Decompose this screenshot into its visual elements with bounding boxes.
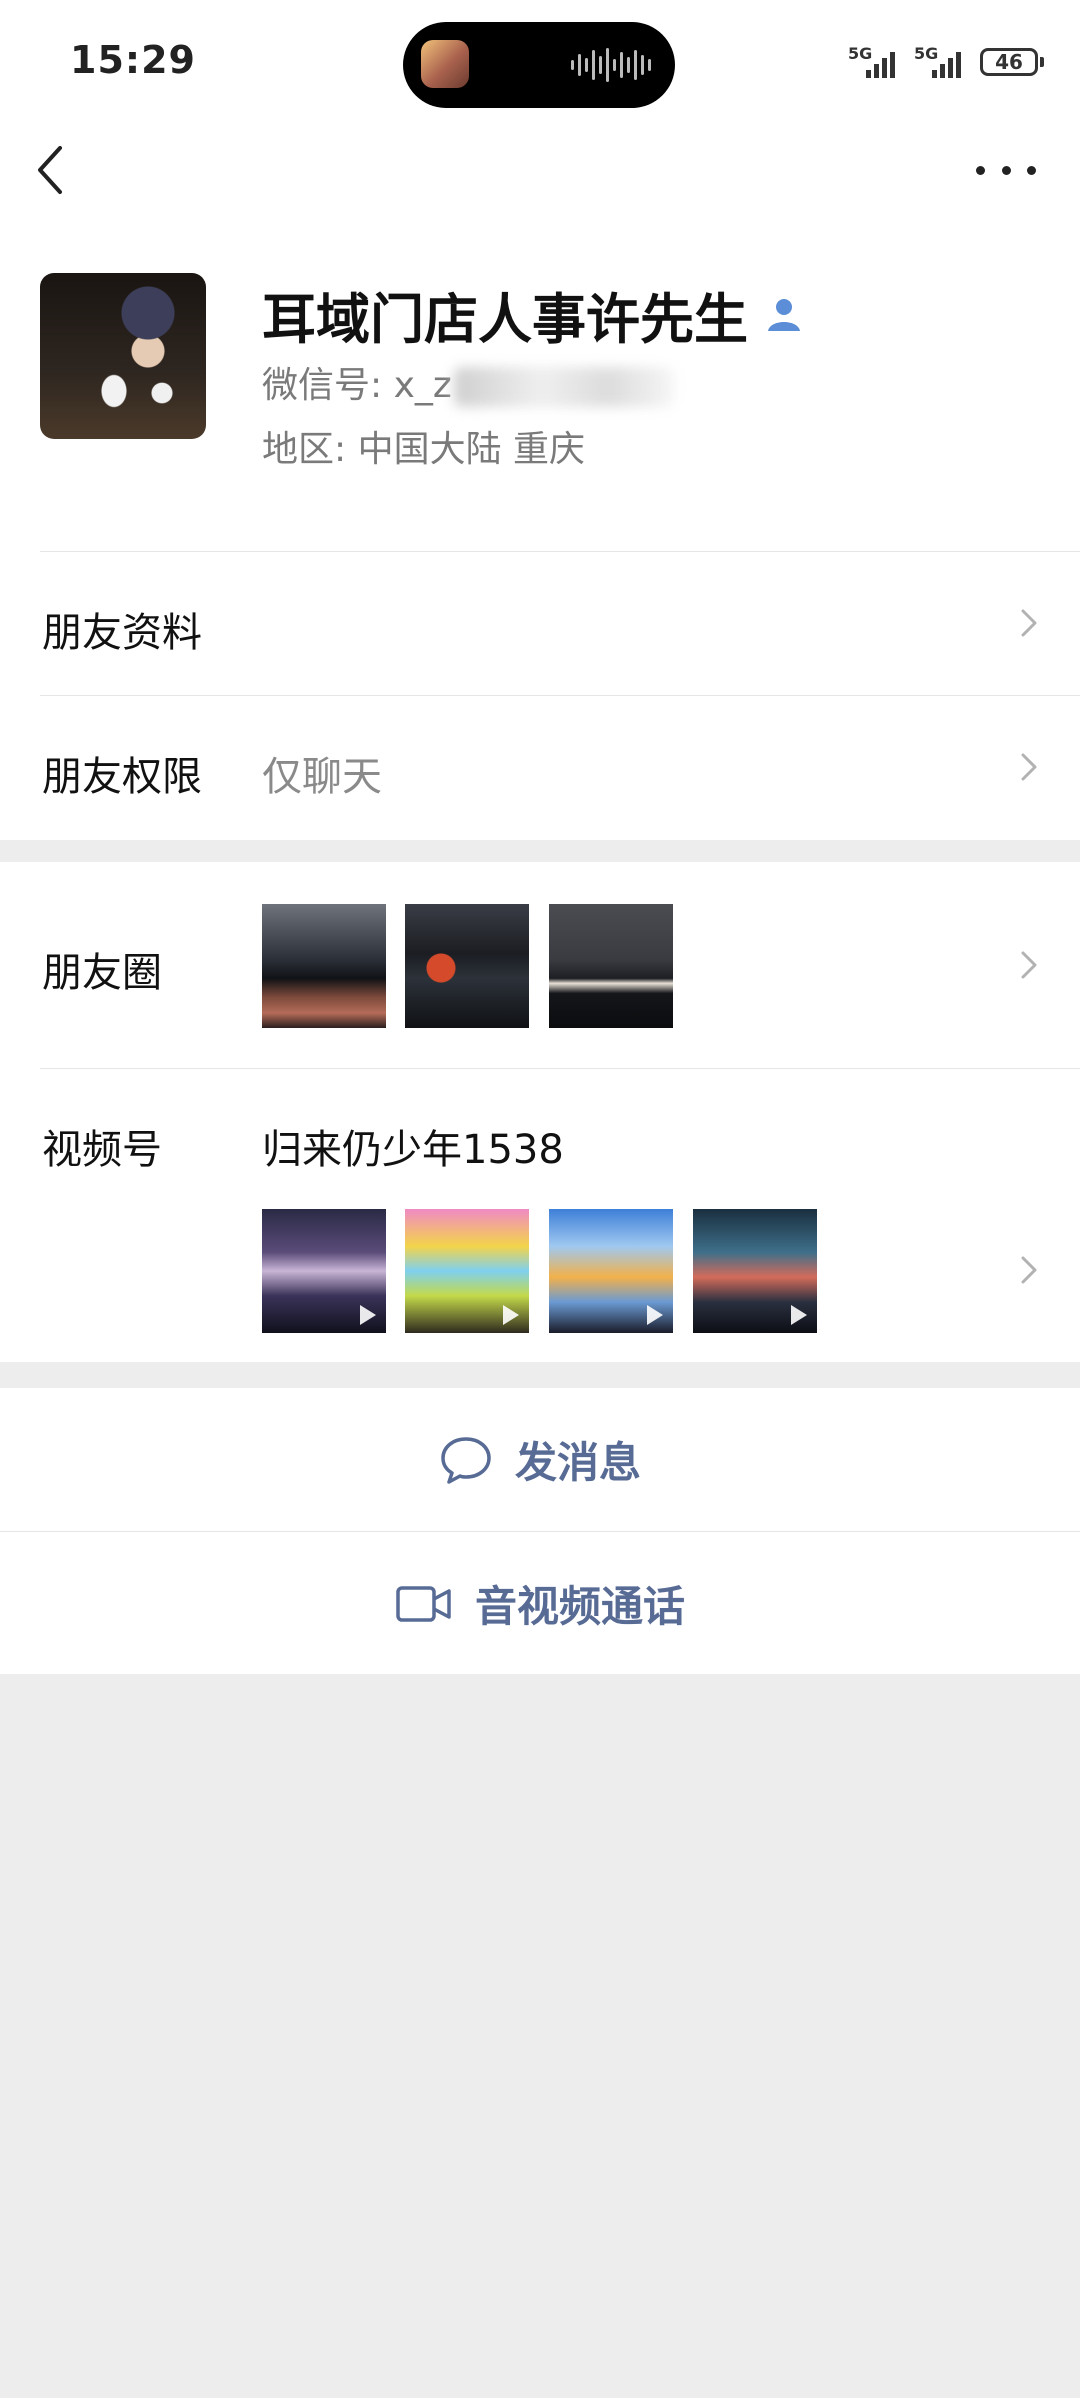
play-icon xyxy=(360,1305,376,1325)
friend-permission-row[interactable]: 朋友权限 仅聊天 xyxy=(0,696,1080,840)
status-bar: 15:29 5G 5G 46 xyxy=(0,0,1080,130)
channel-video-thumb[interactable] xyxy=(405,1209,529,1333)
status-time: 15:29 xyxy=(70,38,196,82)
chat-bubble-icon xyxy=(441,1436,491,1484)
chevron-right-icon xyxy=(1021,951,1037,979)
channel-video-thumb[interactable] xyxy=(549,1209,673,1333)
channels-row[interactable]: 视频号 归来仍少年1538 xyxy=(0,1069,1080,1361)
chevron-right-icon xyxy=(1021,1256,1037,1284)
back-icon[interactable] xyxy=(30,140,70,200)
channels-label: 视频号 xyxy=(42,1127,162,1173)
av-call-label: 音视频通话 xyxy=(474,1582,685,1631)
moments-row[interactable]: 朋友圈 xyxy=(0,862,1080,1068)
signal-1-icon: 5G xyxy=(848,44,904,80)
moments-photo[interactable] xyxy=(262,904,386,1028)
channel-video-thumb[interactable] xyxy=(262,1209,386,1333)
more-icon[interactable] xyxy=(976,150,1036,190)
region-value: 中国大陆 重庆 xyxy=(357,429,586,470)
dynamic-island[interactable] xyxy=(403,22,675,108)
channel-video-thumb[interactable] xyxy=(693,1209,817,1333)
moments-photo[interactable] xyxy=(549,904,673,1028)
signal-2-icon: 5G xyxy=(914,44,970,80)
chevron-right-icon xyxy=(1021,753,1037,781)
friend-permission-label: 朋友权限 xyxy=(42,754,202,800)
friend-info-label: 朋友资料 xyxy=(42,610,202,656)
send-message-label: 发消息 xyxy=(514,1438,641,1487)
send-message-button[interactable]: 发消息 xyxy=(0,1388,1080,1531)
moments-label: 朋友圈 xyxy=(42,950,162,996)
now-playing-app-icon xyxy=(421,40,469,88)
wechat-id-blur xyxy=(453,367,674,407)
friend-info-row[interactable]: 朋友资料 xyxy=(0,552,1080,696)
video-camera-icon xyxy=(396,1585,451,1622)
play-icon xyxy=(791,1305,807,1325)
battery-icon: 46 xyxy=(980,48,1044,76)
moments-channels-section: 朋友圈 视频号 归来仍少年1538 xyxy=(0,862,1080,1362)
channels-name: 归来仍少年1538 xyxy=(262,1127,564,1173)
av-call-button[interactable]: 音视频通话 xyxy=(0,1532,1080,1675)
wechat-id-row: 微信号: x_z xyxy=(262,356,674,408)
audio-wave-icon xyxy=(571,46,651,84)
profile-name-row: 耳域门店人事许先生 xyxy=(262,275,804,354)
wechat-id: x_z xyxy=(393,365,452,406)
avatar[interactable] xyxy=(40,273,206,439)
chevron-right-icon xyxy=(1021,609,1037,637)
actions-section: 发消息 音视频通话 xyxy=(0,1388,1080,1674)
moments-photo[interactable] xyxy=(405,904,529,1028)
profile-name: 耳域门店人事许先生 xyxy=(262,288,748,351)
verified-person-icon xyxy=(768,298,800,331)
friend-permission-value: 仅聊天 xyxy=(262,754,382,800)
play-icon xyxy=(647,1305,663,1325)
profile-section: 耳域门店人事许先生 微信号: x_z 地区: 中国大陆 重庆 朋友资料 朋友权限… xyxy=(0,130,1080,840)
status-icons: 5G 5G 46 xyxy=(848,44,1044,80)
region-row: 地区: 中国大陆 重庆 xyxy=(262,429,586,470)
play-icon xyxy=(503,1305,519,1325)
